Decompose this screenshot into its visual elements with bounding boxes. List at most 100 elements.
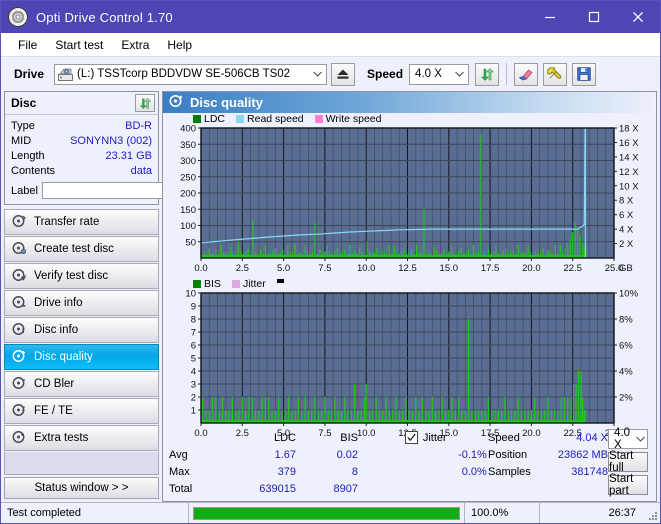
title-bar: Opti Drive Control 1.70 [1,1,660,33]
svg-text:9: 9 [191,302,196,313]
sidebar-item-cd-bler[interactable]: CD Bler [4,371,159,397]
sidebar-item-label: FE / TE [34,405,73,417]
refresh-button[interactable] [475,62,500,86]
svg-text:6: 6 [191,341,196,352]
svg-text:12 X: 12 X [619,167,639,178]
ldc-chart[interactable]: 400 350 300 250 200 150 100 50 18 X 16 X 14 X 12 X 1… [163,125,656,277]
speed-stat-value: 4.04 X [576,431,608,444]
jitter-marker-icon [276,279,284,283]
sidebar-item-label: Create test disc [34,243,114,255]
disc-test-icon [12,430,26,447]
disc-properties: Type BD-R MID SONYNN3 (002) Length 23.31… [5,115,246,204]
legend-label-read-speed: Read speed [247,113,304,125]
svg-text:14 X: 14 X [619,152,639,163]
bis-chart-legend: BIS Jitter [163,278,656,290]
svg-text:0.0: 0.0 [194,263,207,274]
jitter-max: 0.0% [461,465,487,478]
disc-test-icon [12,241,27,258]
drive-icon [58,68,74,81]
close-button[interactable] [616,1,660,33]
speed-label: Speed [367,67,404,81]
disc-refresh-button[interactable] [135,94,155,112]
stats-row-label-avg: Avg [169,448,188,461]
disc-test-icon [12,349,26,366]
svg-text:350: 350 [180,140,196,151]
stats-col-header-bis: BIS [340,431,358,444]
legend-label-bis: BIS [204,278,221,290]
start-part-button[interactable]: Start part [608,473,648,497]
legend-swatch-bis [193,280,201,288]
disc-row-value: 23.31 GB [105,149,152,162]
erase-button[interactable] [514,62,539,86]
status-window-button[interactable]: Status window > > [4,477,159,499]
svg-text:2: 2 [191,393,196,404]
position-row: Position 23862 MB [488,446,608,463]
test-speed-select[interactable]: 4.0 X [608,427,648,451]
stats-row-max: Max 379 8 [169,463,391,480]
start-full-button[interactable]: Start full [608,450,648,474]
sidebar-item-extra-tests[interactable]: Extra tests [4,425,159,451]
svg-text:4%: 4% [619,367,633,378]
speed-select-value: 4.0 X [415,68,442,80]
svg-text:100: 100 [180,221,196,232]
legend-label-write-speed: Write speed [325,113,382,125]
jitter-header-row: Jitter [391,429,488,446]
disc-panel-title: Disc [11,96,37,110]
statistics-area: LDC BIS Avg 1.67 0.02 Max 379 8 Total 63… [163,426,656,501]
sidebar-item-label: Disc info [34,324,79,336]
disc-test-icon [12,268,27,285]
resize-grip-icon[interactable] [642,503,660,523]
drive-select[interactable]: (L:) TSSTcorp BDDVDW SE-506CB TS02 [54,63,328,85]
sidebar-item-disc-quality[interactable]: Disc quality [4,344,159,370]
chevron-down-icon [309,65,326,84]
svg-text:2%: 2% [619,393,633,404]
eject-button[interactable] [331,62,356,86]
toolbar-divider [506,63,508,85]
maximize-button[interactable] [572,1,616,33]
menu-item-extra[interactable]: Extra [112,35,158,55]
disc-test-icon [12,376,26,393]
disc-test-icon [12,322,26,339]
sidebar-item-fe-te[interactable]: FE / TE [4,398,159,424]
error-stats-table: LDC BIS Avg 1.67 0.02 Max 379 8 Total 63… [169,429,391,501]
legend-item-ldc: LDC [193,113,225,125]
svg-text:200: 200 [180,189,196,200]
bis-chart[interactable]: 1098765432110%8%6%4%2%0.02.55.07.510.012… [163,290,656,442]
drive-label: Drive [14,67,45,81]
svg-text:18 X: 18 X [619,125,639,135]
sidebar-item-disc-info[interactable]: Disc info [4,317,159,343]
minimize-button[interactable] [528,1,572,33]
menu-item-start-test[interactable]: Start test [46,35,112,55]
sidebar-item-verify-test-disc[interactable]: Verify test disc [4,263,159,289]
run-stats: Speed 4.04 X Position 23862 MB Samples 3… [488,429,608,501]
svg-text:17.5: 17.5 [481,263,500,274]
sidebar-item-label: Verify test disc [34,270,109,282]
tools-button[interactable] [543,62,568,86]
sidebar-item-label: Transfer rate [34,216,100,228]
svg-text:6%: 6% [619,341,633,352]
samples-stat-value: 381748 [571,465,608,478]
menu-item-file[interactable]: File [9,35,46,55]
drive-toolbar: Drive (L:) TSSTcorp BDDVDW SE-506CB TS02 [1,57,660,91]
svg-text:10: 10 [185,290,196,300]
svg-text:20.0: 20.0 [522,263,541,274]
sidebar-item-drive-info[interactable]: Drive info [4,290,159,316]
legend-swatch-jitter [231,280,240,288]
svg-text:400: 400 [180,125,196,135]
position-stat-label: Position [488,448,528,461]
charts-area: LDC Read speed Write speed 400 350 300 250 2… [163,113,656,439]
sidebar-item-transfer-rate[interactable]: Transfer rate [4,209,159,235]
jitter-row-avg: -0.1% [391,446,488,463]
svg-text:4 X: 4 X [619,225,634,236]
stats-ldc-total: 639015 [259,482,296,495]
speed-select[interactable]: 4.0 X [409,63,470,85]
panel-title: Disc quality [190,95,263,110]
disc-row-label: Contents [11,164,56,177]
menu-item-help[interactable]: Help [158,35,201,55]
legend-label-ldc: LDC [204,113,226,125]
save-button[interactable] [572,62,597,86]
jitter-checkbox[interactable] [404,431,418,444]
legend-swatch-write-speed [314,115,323,123]
panel-header: Disc quality [163,92,656,113]
sidebar-item-create-test-disc[interactable]: Create test disc [4,236,159,262]
